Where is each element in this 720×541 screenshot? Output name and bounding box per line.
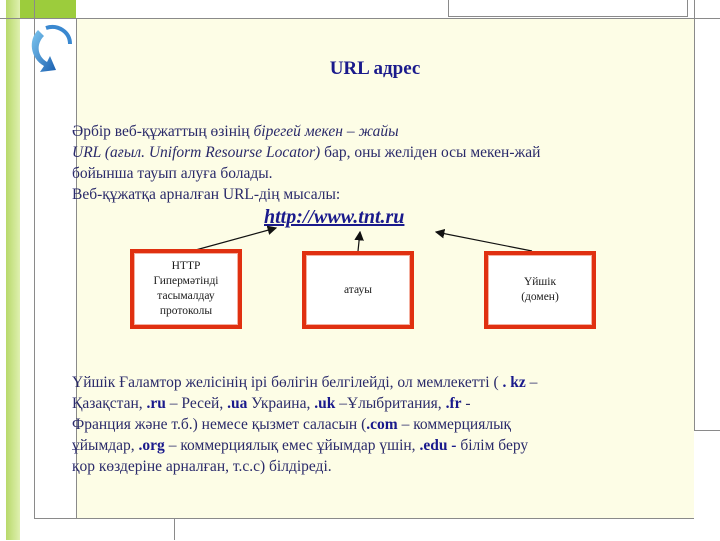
- domain-ru: .ru: [146, 395, 166, 412]
- domains-text: ұйымдар,: [72, 437, 139, 454]
- domain-com: .com: [366, 416, 398, 433]
- domains-line: қор көздеріне арналған, т.с.с) білдіреді…: [72, 458, 332, 475]
- domains-line: Үйшік Ғаламтор желісінің ірі бөлігін бел…: [72, 372, 672, 393]
- decorative-line: [34, 0, 35, 540]
- domains-text: – коммерциялық емес ұйымдар үшін,: [164, 437, 420, 454]
- domains-line: Қазақстан, .ru – Ресей, .ua Украина, .uk…: [72, 393, 672, 414]
- protocol-box: HTTP Гипермәтінді тасымалдау протоколы: [130, 249, 242, 329]
- intro-line: Веб-құжатқа арналған URL-дің мысалы:: [72, 186, 341, 203]
- domains-text: – Ресей,: [165, 395, 228, 412]
- decorative-line: [0, 18, 720, 19]
- intro-text: Әрбір веб-құжаттың өзінің: [72, 123, 254, 140]
- box-line: (домен): [521, 291, 559, 303]
- domains-text: Франция және т.б.) немесе қызмет саласын…: [72, 416, 367, 433]
- intro-text: бар, оны желіден осы мекен-жай: [324, 144, 541, 161]
- decorative-top-right-box: [448, 0, 688, 17]
- domain-org: .org: [138, 437, 165, 454]
- url-example: http://www.tnt.ru: [264, 206, 405, 228]
- intro-line: Әрбір веб-құжаттың өзінің бірегей мекен …: [72, 121, 672, 142]
- domains-text: Үйшік Ғаламтор желісінің ірі бөлігін бел…: [72, 374, 503, 391]
- domains-line: ұйымдар, .org – коммерциялық емес ұйымда…: [72, 435, 672, 456]
- box-line: атауы: [344, 283, 372, 296]
- domain-ua: .ua: [227, 395, 248, 412]
- domain-uk: .uk: [314, 395, 336, 412]
- domain-fr: .fr: [445, 395, 462, 412]
- domains-text: Украина,: [247, 395, 315, 412]
- domains-text: – коммерциялық: [397, 416, 512, 433]
- domains-text: Қазақстан,: [72, 395, 147, 412]
- decorative-green-strip-vertical: [6, 0, 20, 540]
- decorative-green-strip-top: [20, 0, 76, 18]
- decorative-bottom-right-box: [694, 430, 720, 541]
- intro-line: URL (ағыл. Uniform Resourse Locator) бар…: [72, 142, 672, 163]
- box-line: HTTP: [171, 260, 201, 272]
- domain-box: Үйшік (домен): [484, 251, 596, 329]
- intro-paragraph: Әрбір веб-құжаттың өзінің бірегей мекен …: [72, 121, 672, 205]
- slide-title: URL адрес: [329, 58, 421, 79]
- intro-italic-text: URL (ағыл. Uniform Resourse Locator): [72, 144, 325, 161]
- domain-edu: .edu -: [419, 437, 457, 454]
- domains-line: Франция және т.б.) немесе қызмет саласын…: [72, 414, 672, 435]
- box-line: Гипермәтінді: [153, 275, 219, 287]
- intro-italic-text: бірегей мекен – жайы: [253, 123, 399, 140]
- domains-text: -: [461, 395, 471, 412]
- box-line: протоколы: [159, 305, 213, 317]
- intro-line: бойынша тауып алуға болады.: [72, 165, 273, 182]
- box-line: тасымалдау: [157, 290, 215, 302]
- domains-text: –: [525, 374, 538, 391]
- domains-text: білім беру: [456, 437, 529, 454]
- name-box: атауы: [302, 251, 414, 329]
- box-line: Үйшік: [523, 276, 557, 288]
- domains-paragraph: Үйшік Ғаламтор желісінің ірі бөлігін бел…: [72, 372, 672, 477]
- domains-text: –Ұлыбритания,: [335, 395, 446, 412]
- decorative-bottom-left-box: [34, 518, 175, 540]
- domain-kz: . kz: [502, 374, 526, 391]
